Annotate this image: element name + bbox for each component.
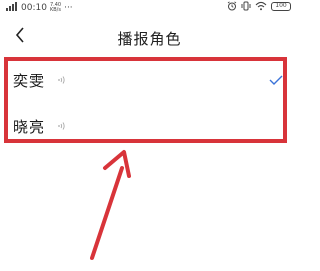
status-right: 100 bbox=[227, 1, 291, 11]
status-bar: 00:10 7.40 KB/s ··· 100 bbox=[0, 0, 299, 16]
network-speed-unit: KB/s bbox=[49, 7, 61, 13]
role-name: 晓亮 bbox=[13, 117, 46, 136]
voice-preview-icon[interactable] bbox=[57, 75, 67, 85]
nav-bar: 播报角色 bbox=[0, 22, 299, 52]
status-time: 00:10 bbox=[21, 3, 47, 13]
role-name: 奕雯 bbox=[13, 71, 46, 90]
more-notifications-icon: ··· bbox=[64, 3, 73, 13]
vibrate-icon bbox=[241, 1, 251, 11]
cellular-signal-icon bbox=[6, 2, 18, 14]
page-title: 播报角色 bbox=[117, 30, 182, 48]
status-left: 00:10 7.40 KB/s ··· bbox=[6, 2, 73, 14]
checkmark-icon bbox=[269, 71, 283, 90]
role-item-xiaoliang[interactable]: 晓亮 bbox=[0, 103, 299, 149]
role-list: 奕雯 晓亮 bbox=[0, 57, 299, 149]
role-item-yiwen[interactable]: 奕雯 bbox=[0, 57, 299, 103]
alarm-icon bbox=[227, 1, 237, 11]
battery-level: 100 bbox=[275, 2, 287, 9]
battery-icon: 100 bbox=[271, 1, 291, 11]
wifi-icon bbox=[255, 1, 267, 11]
network-speed: 7.40 KB/s bbox=[50, 3, 61, 13]
voice-preview-icon[interactable] bbox=[57, 121, 67, 131]
